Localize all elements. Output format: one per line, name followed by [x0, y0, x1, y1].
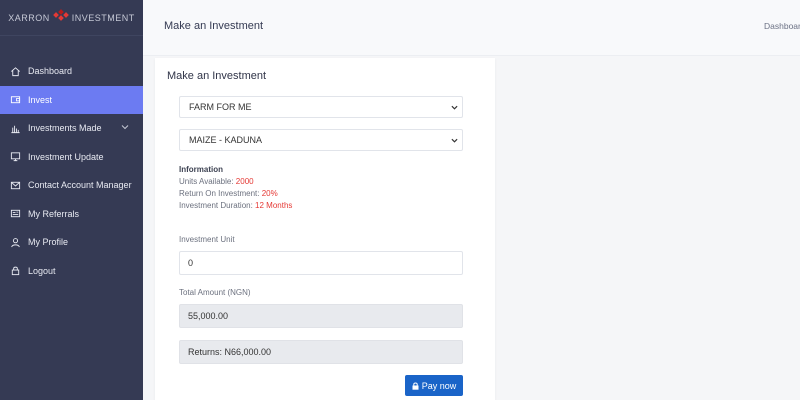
brand-name-right: INVESTMENT: [71, 12, 135, 23]
info-heading: Information: [179, 165, 223, 174]
sidebar-item-label: Logout: [28, 265, 56, 276]
sidebar-item-label: Contact Account Manager: [28, 180, 132, 191]
sidebar-item-label: Invest: [28, 94, 53, 105]
mail-icon: [10, 180, 21, 191]
investment-unit-label: Investment Unit: [179, 235, 235, 244]
chevron-down-icon: [451, 138, 458, 143]
sidebar-item-investment-update[interactable]: Investment Update: [0, 143, 143, 172]
duration-label: Investment Duration:: [179, 201, 253, 210]
units-available-row: Units Available: 2000: [179, 176, 292, 188]
breadcrumb-dashboard[interactable]: Dashboard: [764, 21, 800, 31]
product-select[interactable]: MAIZE - KADUNA: [179, 129, 463, 151]
brand-logo[interactable]: XARRON INVESTMENT: [0, 0, 143, 36]
roi-value: 20%: [261, 189, 278, 198]
units-value: 2000: [235, 177, 254, 186]
sidebar-item-contact-manager[interactable]: Contact Account Manager: [0, 171, 143, 200]
lock-icon: [412, 382, 419, 390]
pay-now-label: Pay now: [421, 380, 457, 391]
sidebar-item-label: My Profile: [28, 237, 69, 248]
home-icon: [10, 66, 21, 77]
investment-info: Information Units Available: 2000 Return…: [179, 164, 292, 212]
scheme-select[interactable]: FARM FOR ME: [179, 96, 463, 118]
sidebar-item-dashboard[interactable]: Dashboard: [0, 57, 143, 86]
sidebar: XARRON INVESTMENT Dashboard Invest Inves…: [0, 0, 143, 400]
sidebar-item-label: Investments Made: [28, 123, 102, 134]
newspaper-icon: [10, 208, 21, 219]
brand-name-left: XARRON: [8, 12, 50, 23]
roi-label: Return On Investment:: [179, 189, 260, 198]
page-title: Make an Investment: [164, 20, 264, 32]
sidebar-item-referrals[interactable]: My Referrals: [0, 200, 143, 229]
scheme-select-value: FARM FOR ME: [189, 102, 252, 112]
pay-now-button[interactable]: Pay now: [405, 375, 463, 396]
sidebar-item-invest[interactable]: Invest: [0, 85, 143, 114]
card-title: Make an Investment: [167, 70, 267, 82]
lock-icon: [10, 265, 21, 276]
sidebar-item-label: Dashboard: [28, 66, 73, 77]
sidebar-item-label: Investment Update: [28, 151, 104, 162]
user-icon: [10, 237, 21, 248]
topbar: Make an Investment Dashboard: [143, 0, 800, 56]
product-select-value: MAIZE - KADUNA: [189, 135, 263, 145]
investment-form-card: Make an Investment FARM FOR ME MAIZE - K…: [155, 58, 495, 400]
duration-value: 12 Months: [255, 201, 293, 210]
sidebar-nav: Dashboard Invest Investments Made Invest…: [0, 57, 143, 285]
monitor-icon: [10, 151, 21, 162]
sidebar-item-label: My Referrals: [28, 208, 80, 219]
investment-unit-input[interactable]: 0: [179, 251, 463, 275]
units-label: Units Available:: [179, 177, 234, 186]
total-amount-label: Total Amount (NGN): [179, 288, 251, 297]
roi-row: Return On Investment: 20%: [179, 188, 292, 200]
chevron-down-icon[interactable]: [121, 123, 129, 131]
wallet-icon: [10, 94, 21, 105]
sidebar-item-profile[interactable]: My Profile: [0, 228, 143, 257]
bar-chart-icon: [10, 123, 21, 134]
returns-field: Returns: N66,000.00: [179, 340, 463, 364]
chevron-down-icon: [451, 105, 458, 110]
brand-mark-icon: [52, 8, 69, 24]
sidebar-item-logout[interactable]: Logout: [0, 257, 143, 286]
sidebar-item-investments-made[interactable]: Investments Made: [0, 114, 143, 143]
total-amount-field: 55,000.00: [179, 304, 463, 328]
duration-row: Investment Duration: 12 Months: [179, 200, 292, 212]
